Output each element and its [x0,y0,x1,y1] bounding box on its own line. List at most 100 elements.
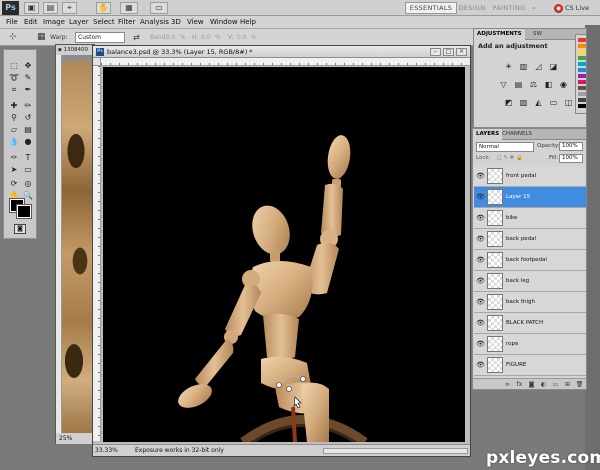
swatch-brown[interactable] [578,86,586,90]
horizontal-ruler[interactable] [101,58,470,66]
workspace-painting[interactable]: PAINTING [490,2,528,14]
ruler-origin[interactable] [93,58,101,66]
hand-tool-button[interactable]: ✋ [96,2,111,14]
tab-layers[interactable]: LAYERS [473,129,503,140]
lock-icons[interactable]: ◻ ✎ ✥ 🔒 [497,155,523,161]
vertical-ruler[interactable] [93,66,101,441]
invert-icon[interactable]: ◩ [502,97,515,108]
swatch-magenta[interactable] [578,80,586,84]
gradient-tool-icon[interactable]: ▤ [22,124,34,135]
layer-row[interactable]: 👁 bike [474,208,586,229]
tab-swatches[interactable]: SW [530,29,545,40]
delete-layer-icon[interactable]: 🗑 [575,380,584,389]
eye-icon[interactable]: 👁 [476,298,485,307]
eye-icon[interactable]: 👁 [476,235,485,244]
layer-row-selected[interactable]: 👁 Layer 15 [474,187,586,208]
eye-icon[interactable]: 👁 [476,361,485,370]
swatch-cyan[interactable] [578,62,586,66]
eye-icon[interactable]: 👁 [476,340,485,349]
swatch-green[interactable] [578,56,586,60]
eye-icon[interactable]: 👁 [476,277,485,286]
layer-row[interactable]: 👁 back thigh [474,292,586,313]
black-white-icon[interactable]: ◧ [542,79,555,90]
quick-select-tool-icon[interactable]: ✎ [22,72,34,83]
eraser-tool-icon[interactable]: ▱ [8,124,20,135]
maximize-icon[interactable]: □ [443,48,454,56]
selective-color-icon[interactable]: ◫ [562,97,575,108]
tool-preset-icon[interactable]: ⊹ [9,29,17,46]
warp-style-select[interactable]: Custom [75,32,125,43]
eyedropper-tool-icon[interactable]: ✒ [22,84,34,95]
minimize-icon[interactable]: – [430,48,441,56]
opacity-input[interactable]: 100% [559,142,583,151]
workspace-more[interactable]: » [528,2,540,14]
swatch-black[interactable] [578,104,586,108]
minibridge-button[interactable]: ▤ [43,2,58,14]
swatch-purple[interactable] [578,74,586,78]
canvas[interactable] [103,67,465,442]
path-selection-tool-icon[interactable]: ➤ [8,164,20,175]
background-document-tab[interactable]: ▪ 1308400 [56,45,96,55]
menu-file[interactable]: File [6,16,18,29]
exposure-icon[interactable]: ◪ [547,61,560,72]
close-icon[interactable]: × [456,48,467,56]
menu-view[interactable]: View [187,16,204,29]
screen-mode-button[interactable]: ▭ [150,2,168,14]
swatch-yellow[interactable] [578,50,586,54]
blend-mode-select[interactable]: Normal [476,142,534,152]
link-layers-icon[interactable]: ∞ [503,380,512,389]
arrange-documents-button[interactable]: ▦ [120,2,138,14]
swatch-orange[interactable] [578,44,586,48]
shape-tool-icon[interactable]: ▭ [22,164,34,175]
warp-mode-icon[interactable]: ▦ [37,29,46,46]
swatch-red[interactable] [578,38,586,42]
dodge-tool-icon[interactable]: ● [22,136,34,147]
layer-row[interactable]: 👁 back pedal [474,229,586,250]
swatch-blue[interactable] [578,68,586,72]
clone-stamp-tool-icon[interactable]: ⚲ [8,112,20,123]
background-document-window[interactable]: ▪ 1308400 25% [55,44,96,444]
layer-style-icon[interactable]: fx [515,380,524,389]
cs-live-button[interactable]: ◉ CS Live [554,2,589,14]
color-balance-icon[interactable]: ⚖ [527,79,540,90]
menu-image[interactable]: Image [43,16,65,29]
layer-row[interactable]: 👁 back leg [474,271,586,292]
swatch-dark-gray[interactable] [578,98,586,102]
workspace-essentials[interactable]: ESSENTIALS [405,2,457,14]
new-group-icon[interactable]: ▭ [551,380,560,389]
new-layer-icon[interactable]: ⊞ [563,380,572,389]
background-document-zoom[interactable]: 25% [56,433,96,444]
workspace-design[interactable]: DESIGN [457,2,487,14]
document-zoom[interactable]: 33.33% [95,445,118,457]
posterize-icon[interactable]: ▧ [517,97,530,108]
hue-saturation-icon[interactable]: ▤ [512,79,525,90]
fill-input[interactable]: 100% [559,154,583,163]
vibrance-icon[interactable]: ▽ [497,79,510,90]
change-orientation-icon[interactable]: ⇄ [133,29,140,46]
3d-rotate-tool-icon[interactable]: ⟳ [8,178,20,189]
levels-icon[interactable]: ▥ [517,61,530,72]
quick-mask-icon[interactable]: ◙ [14,224,26,234]
photo-filter-icon[interactable]: ◉ [557,79,570,90]
horizontal-scrollbar[interactable] [323,448,468,454]
crop-tool-icon[interactable]: ⌗ [8,84,20,95]
pen-tool-icon[interactable]: ✑ [8,152,20,163]
history-brush-tool-icon[interactable]: ↺ [22,112,34,123]
menu-analysis[interactable]: Analysis [140,16,169,29]
menu-help[interactable]: Help [240,16,256,29]
adjustment-layer-icon[interactable]: ◐ [539,380,548,389]
3d-orbit-tool-icon[interactable]: ◎ [22,178,34,189]
move-tool-icon[interactable]: ✥ [22,60,34,71]
eye-icon[interactable]: 👁 [476,256,485,265]
zoom-level-button[interactable]: ⌖ [62,2,77,14]
type-tool-icon[interactable]: T [22,152,34,163]
curves-icon[interactable]: ◿ [532,61,545,72]
add-mask-icon[interactable]: ◙ [527,380,536,389]
eye-icon[interactable]: 👁 [476,319,485,328]
document-window[interactable]: Ps balance3.psd @ 33.3% (Layer 15, RGB/8… [92,45,471,457]
brightness-contrast-icon[interactable]: ☀ [502,61,515,72]
layer-row[interactable]: 👁 front pedal [474,166,586,187]
marquee-tool-icon[interactable]: ⬚ [8,60,20,71]
swatch-gray[interactable] [578,92,586,96]
eye-icon[interactable]: 👁 [476,172,485,181]
